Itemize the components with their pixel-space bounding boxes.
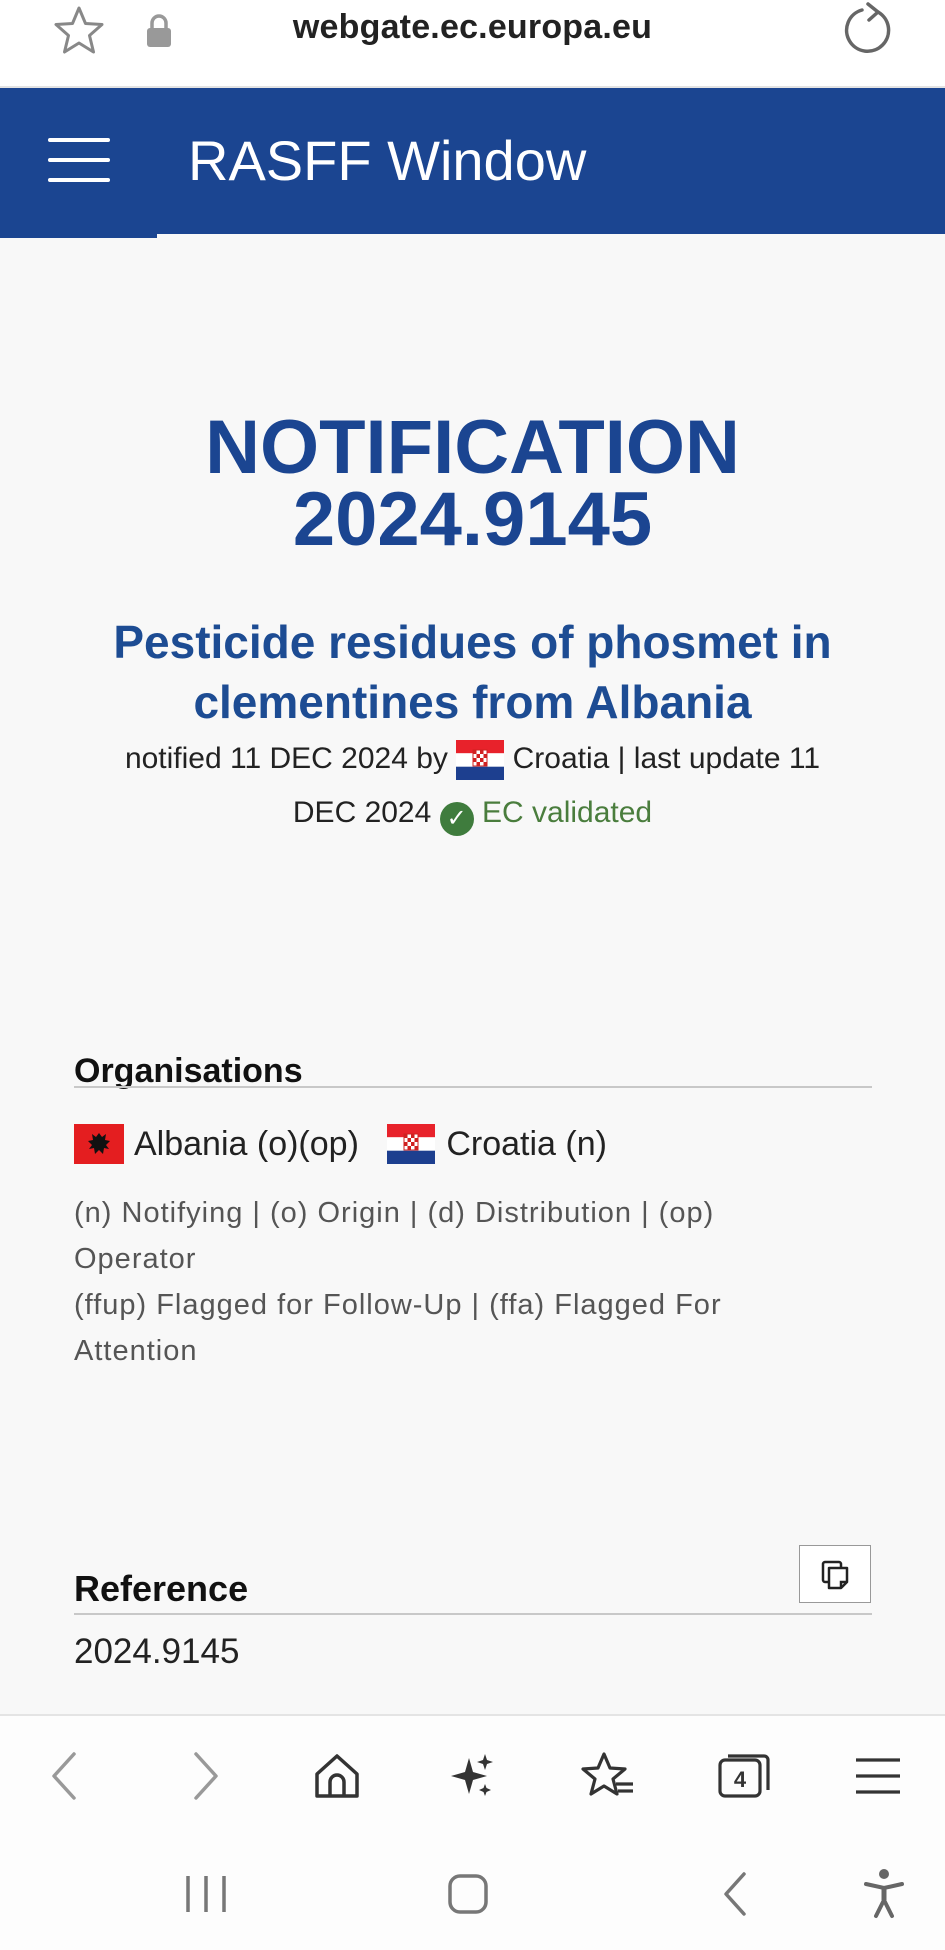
org-label: Albania (o)(op) [134,1124,359,1163]
notification-number: 2024.9145 [292,477,653,562]
home-icon[interactable] [307,1746,367,1806]
validation-status: EC validated [482,796,653,829]
app-title: RASFF Window [188,129,587,192]
menu-icon[interactable] [848,1746,908,1806]
tabs-icon[interactable]: 4 [714,1746,774,1806]
organisations-list: Albania (o)(op) Croatia (n) [74,1124,625,1173]
hamburger-menu-icon[interactable] [48,138,110,184]
notifying-country: Croatia [512,742,610,775]
header-tab-indicator [0,234,157,238]
divider [74,1086,872,1088]
sparkle-icon[interactable] [443,1746,503,1806]
recents-icon[interactable] [178,1866,234,1922]
albania-flag-icon [74,1124,124,1164]
browser-url-bar: webgate.ec.europa.eu [0,0,945,88]
back-icon[interactable] [36,1746,96,1806]
home-button-icon[interactable] [440,1866,496,1922]
roles-legend: (n) Notifying | (o) Origin | (d) Distrib… [74,1190,794,1374]
croatia-flag-icon [387,1124,436,1164]
copy-reference-button[interactable] [799,1545,871,1603]
check-circle-icon: ✓ [439,802,474,836]
tab-count: 4 [734,1767,747,1792]
notified-date: notified 11 DEC 2024 by [124,742,448,775]
org-albania: Albania (o)(op) [74,1124,359,1164]
copy-icon [821,1560,849,1590]
back-nav-icon[interactable] [708,1866,764,1922]
org-croatia: Croatia (n) [386,1124,607,1164]
croatia-flag-icon [456,740,505,781]
accessibility-icon[interactable] [856,1866,912,1922]
system-navbar [0,1834,945,1950]
legend-line: (n) Notifying | (o) Origin | (d) Distrib… [74,1197,715,1275]
bookmarks-icon[interactable] [578,1746,638,1806]
app-header: RASFF Window [0,88,945,238]
notification-label: NOTIFICATION [205,405,740,490]
forward-icon[interactable] [174,1746,234,1806]
divider [74,1613,872,1615]
notification-subject: Pesticide residues of phosmet in clement… [113,616,832,728]
reload-icon[interactable] [838,2,896,60]
browser-toolbar: 4 [0,1714,945,1836]
notification-heading: NOTIFICATION 2024.9145 [0,405,945,562]
legend-line: (ffup) Flagged for Follow-Up | (ffa) Fla… [74,1289,722,1367]
org-label: Croatia (n) [446,1124,607,1163]
reference-heading: Reference [74,1568,249,1609]
reference-value: 2024.9145 [74,1632,240,1671]
notification-meta: notified 11 DEC 2024 by Croatia | last u… [90,732,855,840]
url-text[interactable]: webgate.ec.europa.eu [0,8,945,47]
